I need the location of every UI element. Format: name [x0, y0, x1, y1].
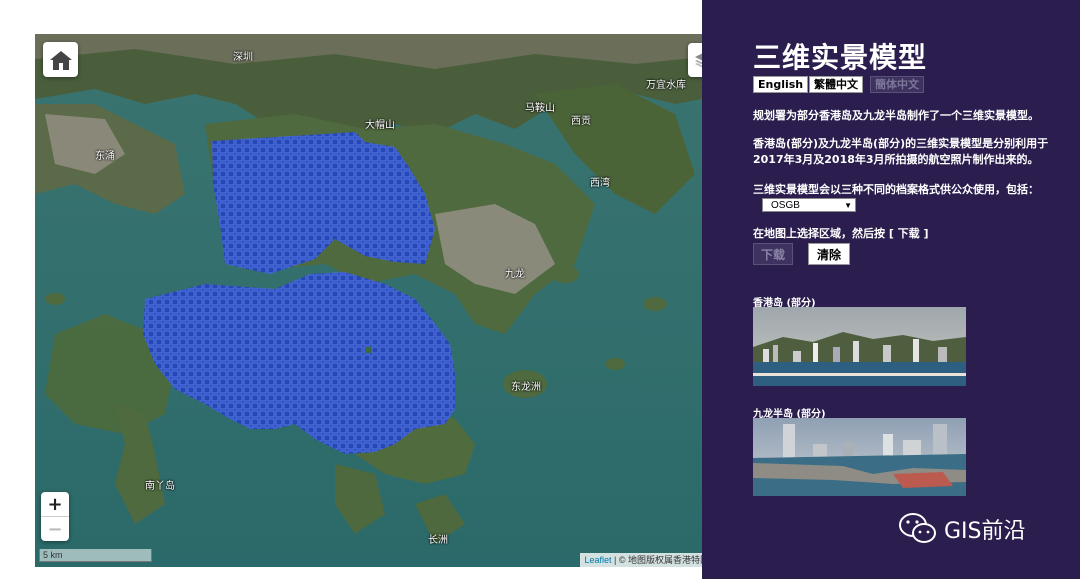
home-button[interactable] [43, 42, 78, 77]
hong-kong-island-thumbnail[interactable] [753, 307, 966, 386]
kowloon-image [753, 418, 966, 496]
leaflet-link[interactable]: Leaflet [584, 555, 611, 565]
place-label: 深圳 [233, 52, 253, 63]
page-title: 三维实景模型 [753, 41, 928, 74]
place-label: 东涌 [95, 151, 115, 162]
description-text: 香港岛(部分)及九龙半岛(部分)的三维实景模型是分别利用于2017年3月及201… [753, 137, 1049, 166]
wechat-icon [899, 513, 936, 543]
zoom-out-button[interactable]: − [41, 516, 69, 541]
place-label: 万宜水库 [646, 80, 686, 91]
side-panel: 三维实景模型 English 繁體中文 簡体中文 规划署为部分香港岛及九龙半岛制… [702, 0, 1080, 579]
hong-kong-island-image [753, 307, 966, 386]
place-label: 大帽山 [365, 120, 395, 131]
place-label: 南丫岛 [145, 481, 175, 492]
clear-button[interactable]: 清除 [808, 243, 850, 265]
wechat-watermark: GIS前沿 [898, 512, 1026, 546]
map-view[interactable]: 深圳 大帽山 马鞍山 西贡 东涌 西湾 九龙 东龙洲 南丫岛 长洲 万宜水库 +… [35, 34, 731, 567]
kowloon-thumbnail[interactable] [753, 418, 966, 496]
format-selected-value: OSGB [771, 199, 800, 211]
scale-bar: 5 km [39, 549, 152, 562]
format-select[interactable]: OSGB ▼ [762, 198, 856, 212]
place-label: 九龙 [505, 269, 525, 280]
zoom-in-button[interactable]: + [41, 492, 69, 516]
intro-text: 规划署为部分香港岛及九龙半岛制作了一个三维实景模型。 [753, 109, 1039, 122]
language-simplified-chinese-button[interactable]: 簡体中文 [870, 76, 924, 93]
select-instruction: 在地图上选择区域，然后按 [ 下载 ] [753, 227, 929, 240]
place-label: 东龙洲 [511, 382, 541, 393]
format-prompt: 三维实景模型会以三种不同的档案格式供公众使用，包括： [753, 183, 1039, 196]
download-button[interactable]: 下载 [753, 243, 793, 265]
zoom-control: + − [41, 492, 69, 541]
place-label: 马鞍山 [525, 103, 555, 114]
language-traditional-chinese-button[interactable]: 繁體中文 [809, 76, 863, 93]
language-english-button[interactable]: English [753, 76, 809, 93]
place-label: 西贡 [571, 116, 591, 127]
satellite-basemap [35, 34, 731, 567]
home-icon [49, 50, 72, 70]
place-label: 长洲 [428, 535, 448, 546]
place-label: 西湾 [590, 178, 610, 189]
watermark-text: GIS前沿 [944, 519, 1026, 544]
chevron-down-icon: ▼ [844, 201, 852, 210]
